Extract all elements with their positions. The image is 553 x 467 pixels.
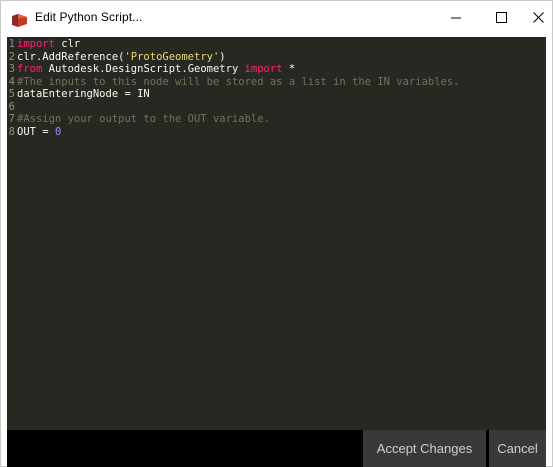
code-token: * (282, 63, 296, 75)
code-token: 'ProtoGeometry' (124, 50, 220, 63)
code-token: clr.AddReference( (17, 50, 125, 63)
line-number: 5 (8, 88, 15, 100)
window-title: Edit Python Script... (35, 10, 143, 24)
code-line[interactable]: 5 dataEnteringNode = IN (7, 88, 150, 100)
line-number: 7 (8, 113, 15, 125)
code-line[interactable]: 8 OUT = 0 (7, 125, 62, 138)
minimize-icon (450, 12, 462, 23)
minimize-button[interactable] (434, 1, 478, 34)
code-token: #Assign your output to the OUT variable. (17, 113, 270, 125)
code-token: 0 (54, 125, 62, 138)
line-number: 4 (8, 75, 15, 88)
close-icon (532, 12, 544, 23)
accept-changes-button[interactable]: Accept Changes (363, 430, 486, 467)
line-number: 2 (8, 50, 15, 63)
code-editor[interactable]: 1 import clr 2 clr.AddReference('ProtoGeome… (7, 37, 546, 430)
code-line[interactable]: 3 from Autodesk.DesignScript.Geometry imp… (7, 63, 296, 75)
code-token: import (244, 63, 283, 75)
code-line[interactable]: 1 import clr (7, 38, 81, 50)
code-token: Autodesk.DesignScript.Geometry (42, 63, 245, 75)
code-token: clr (54, 38, 81, 50)
title-bar[interactable]: Edit Python Script... (1, 1, 552, 37)
maximize-icon (495, 12, 507, 23)
line-number: 3 (8, 63, 15, 75)
close-button[interactable] (516, 1, 553, 34)
dialog-footer: Accept Changes Cancel (7, 430, 546, 467)
code-line[interactable]: 7 #Assign your output to the OUT variable… (7, 113, 270, 125)
edit-python-script-window: Edit Python Script... 1 import clr 2 clr.Ad… (0, 0, 553, 467)
cancel-button[interactable]: Cancel (489, 430, 546, 467)
code-token: import (17, 38, 55, 50)
dynamo-app-icon (12, 12, 27, 27)
code-token: #The inputs to this node will be stored … (17, 75, 460, 88)
code-line[interactable]: 2 clr.AddReference('ProtoGeometry') (7, 51, 226, 63)
code-token: ) (219, 50, 226, 63)
code-token: from (17, 63, 43, 75)
line-number: 8 (8, 125, 15, 138)
line-number: 1 (8, 38, 15, 50)
code-token: OUT = (17, 125, 55, 138)
code-line[interactable]: 4 #The inputs to this node will be stored… (7, 76, 460, 88)
line-number: 6 (8, 100, 15, 113)
code-token: dataEnteringNode = IN (17, 88, 150, 100)
code-line[interactable]: 6 (7, 101, 17, 113)
